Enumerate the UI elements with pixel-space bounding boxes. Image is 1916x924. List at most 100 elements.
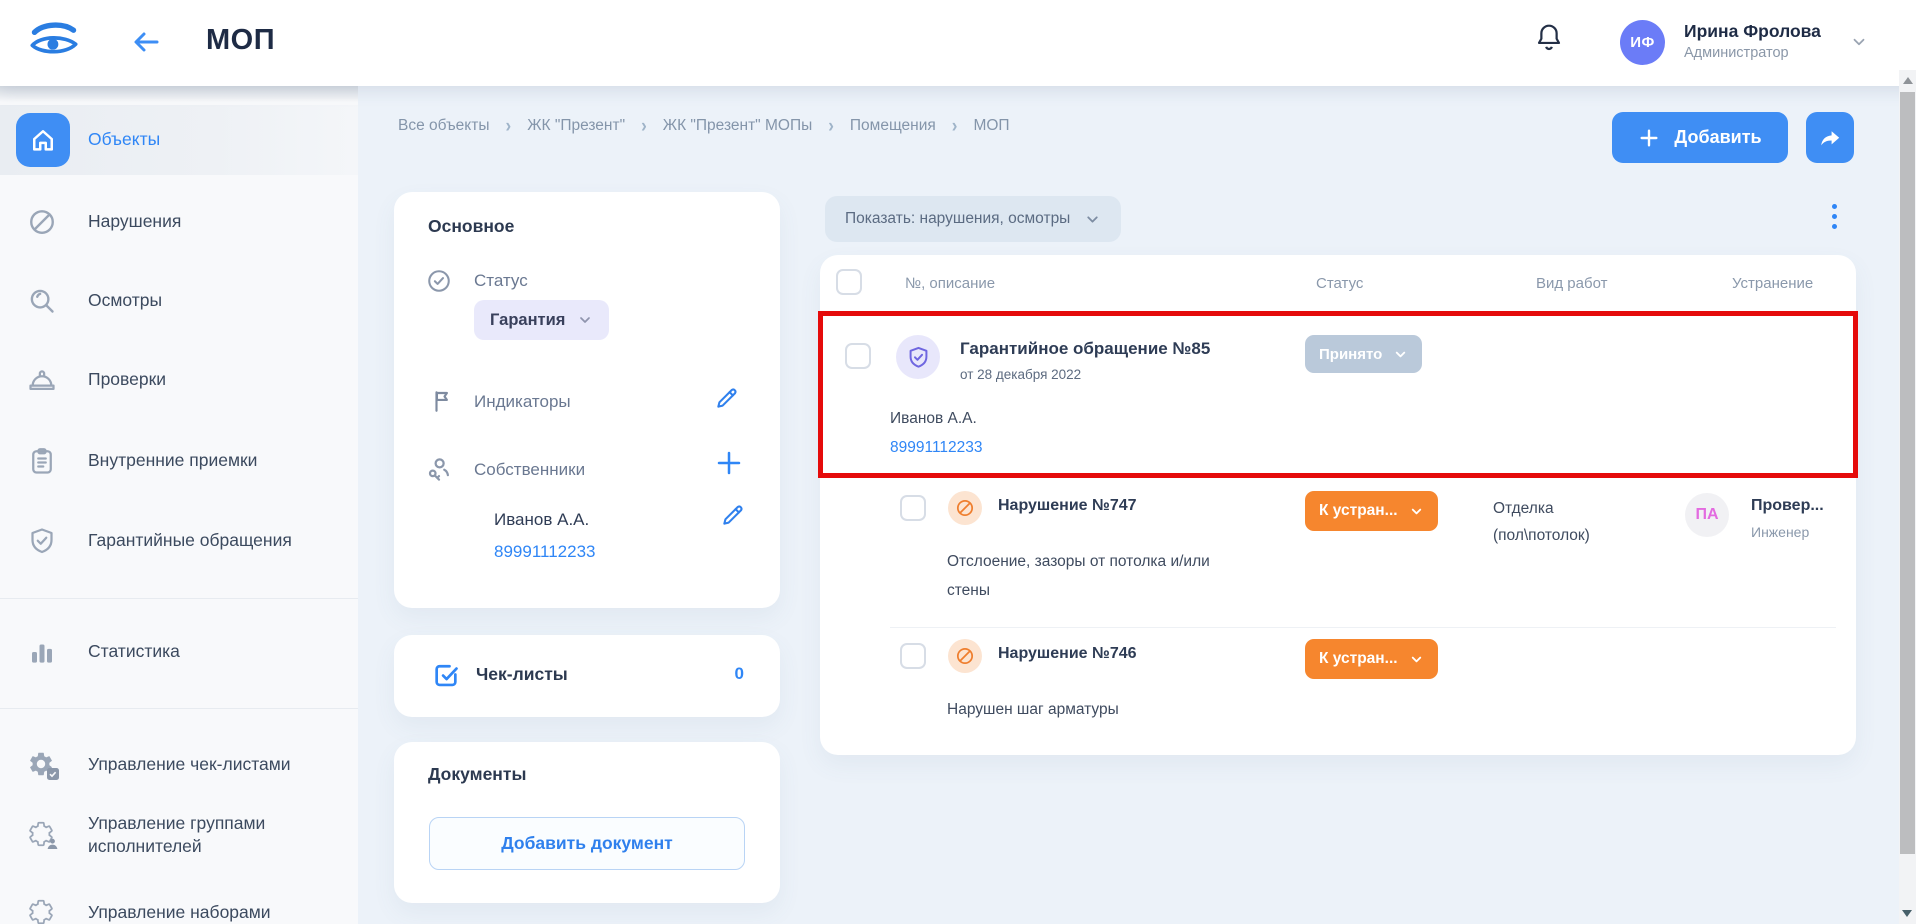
column-header-number-description: №, описание [905,275,995,292]
share-button[interactable] [1806,112,1854,163]
sidebar-item-statistics[interactable]: Статистика [0,620,358,684]
violation-prohibition-icon [948,639,982,673]
warranty-shield-icon [896,335,940,379]
sidebar-item-label: Управление группами исполнителей [88,812,314,858]
checklist-icon [432,661,460,689]
chevron-down-icon [1409,504,1424,519]
app-root: МОП ИФ Ирина Фролова Администратор [0,0,1916,924]
row-checkbox[interactable] [900,643,926,669]
topbar: МОП ИФ Ирина Фролова Администратор [0,0,1916,86]
status-value-dropdown[interactable]: Гарантия [474,300,609,340]
clipboard-icon [27,446,57,476]
sidebar: Объекты Нарушения Осмотры [0,86,358,924]
row-owner-phone-link[interactable]: 89991112233 [890,439,983,457]
status-dropdown-to-fix[interactable]: К устран... [1305,491,1438,531]
breadcrumb: Все объекты › ЖК "Презент" › ЖК "Презент… [398,116,1010,136]
gear-check-icon [27,750,57,780]
sidebar-divider [0,708,358,709]
row-divider [890,627,1836,628]
sidebar-item-label: Проверки [88,368,314,391]
user-menu-chevron-down-icon[interactable] [1850,33,1868,51]
row-title[interactable]: Нарушение №747 [998,497,1137,515]
add-button[interactable]: Добавить [1612,112,1788,163]
sidebar-item-sets-management[interactable]: Управление наборами [0,881,358,924]
column-header-status: Статус [1316,275,1363,292]
sidebar-item-internal-acceptances[interactable]: Внутренние приемки [0,429,358,493]
search-icon [27,286,57,316]
user-name: Ирина Фролова [1684,21,1821,42]
scrollbar-up-arrow-icon[interactable] [1903,77,1913,84]
add-button-label: Добавить [1674,127,1761,148]
row-title[interactable]: Гарантийное обращение №85 [960,339,1210,359]
assignee-name: Провер... [1751,497,1824,515]
status-dropdown-accepted[interactable]: Принято [1305,335,1422,373]
sidebar-item-label: Объекты [88,128,314,151]
row-title[interactable]: Нарушение №746 [998,645,1137,663]
owner-phone-link[interactable]: 89991112233 [494,542,595,562]
breadcrumb-item[interactable]: Все объекты [398,117,490,135]
scrollbar-thumb[interactable] [1900,92,1915,854]
row-checkbox[interactable] [845,343,871,369]
checklists-count-badge: 0 [735,664,744,684]
back-arrow-icon[interactable] [130,27,162,57]
status-dropdown-to-fix[interactable]: К устран... [1305,639,1438,679]
sidebar-item-label: Статистика [88,640,314,663]
app-logo-eye-icon [28,22,80,60]
user-avatar[interactable]: ИФ [1620,20,1665,65]
sidebar-item-inspections[interactable]: Осмотры [0,269,358,333]
row-description: Отслоение, зазоры от потолка и/или стены [947,547,1242,605]
share-icon [1818,126,1842,150]
sidebar-item-label: Гарантийные обращения [88,529,314,552]
breadcrumb-separator-icon: › [506,115,512,138]
notifications-bell-icon[interactable] [1534,22,1564,54]
row-checkbox[interactable] [900,495,926,521]
flag-icon [430,388,456,414]
row-owner-name: Иванов А.А. [890,410,977,428]
chevron-down-icon [1409,652,1424,667]
list-kebab-menu-icon[interactable] [1829,204,1839,229]
sidebar-item-executor-groups-management[interactable]: Управление группами исполнителей [0,797,358,873]
status-label: К устран... [1319,502,1398,520]
show-filter-dropdown[interactable]: Показать: нарушения, осмотры [825,196,1121,242]
edit-owner-pencil-icon[interactable] [720,502,746,528]
row-date: от 28 декабря 2022 [960,367,1081,382]
sidebar-item-label: Внутренние приемки [88,449,314,472]
breadcrumb-item[interactable]: Помещения [850,117,936,135]
add-owner-plus-icon[interactable] [714,448,744,478]
main-info-title: Основное [428,216,514,237]
main-info-card: Основное Статус Гарантия Индикаторы [394,192,780,608]
row-description: Нарушен шаг арматуры [947,695,1347,724]
violation-prohibition-icon [948,491,982,525]
show-filter-label: Показать: нарушения, осмотры [845,210,1070,228]
sidebar-item-label: Нарушения [88,210,314,233]
user-info: Ирина Фролова Администратор [1684,21,1821,61]
scrollbar-down-arrow-icon[interactable] [1902,910,1912,917]
breadcrumb-item[interactable]: ЖК "Презент" МОПы [663,117,812,135]
indicators-label: Индикаторы [474,392,571,412]
owner-key-icon [424,454,454,484]
add-document-button[interactable]: Добавить документ [429,817,745,870]
owners-label: Собственники [474,460,585,480]
vertical-scrollbar[interactable] [1899,70,1916,924]
sidebar-item-checklist-management[interactable]: Управление чек-листами [0,733,358,797]
sidebar-item-checks[interactable]: Проверки [0,348,358,412]
sidebar-item-label: Управление наборами [88,901,314,924]
breadcrumb-separator-icon: › [828,115,834,138]
sidebar-item-warranty-claims[interactable]: Гарантийные обращения [0,509,358,573]
records-table: №, описание Статус Вид работ Устранение … [820,255,1856,755]
sidebar-item-objects[interactable]: Объекты [0,105,358,175]
assignee-avatar: ПА [1685,493,1729,537]
plus-icon [1638,127,1660,149]
status-circle-check-icon [426,268,452,294]
assignee-role: Инженер [1751,524,1809,540]
select-all-checkbox[interactable] [836,269,862,295]
row-work-type: Отделка (пол\потолок) [1493,495,1638,549]
checklists-card[interactable]: Чек-листы 0 [394,635,780,717]
edit-indicators-pencil-icon[interactable] [714,385,740,411]
sidebar-item-violations[interactable]: Нарушения [0,190,358,254]
checklists-label: Чек-листы [476,664,568,685]
breadcrumb-item[interactable]: ЖК "Презент" [527,117,625,135]
documents-card: Документы Добавить документ [394,742,780,903]
column-header-remediation: Устранение [1732,275,1813,292]
chevron-down-icon [1393,347,1408,362]
